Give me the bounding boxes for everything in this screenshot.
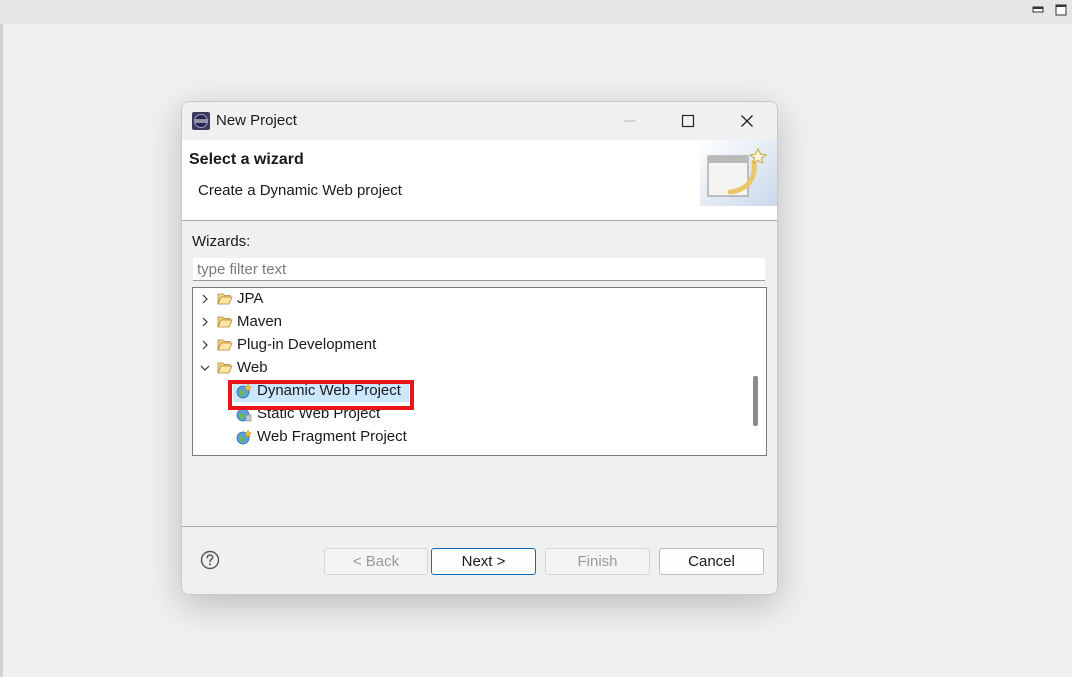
- close-button[interactable]: [732, 107, 762, 135]
- tree-item-label: Web Fragment Project: [257, 428, 407, 445]
- chevron-right-icon[interactable]: [200, 339, 210, 351]
- maximize-button[interactable]: [673, 107, 703, 135]
- next-button[interactable]: Next >: [431, 548, 536, 575]
- tree-item-dynamic-web-project[interactable]: Dynamic Web Project: [193, 380, 745, 403]
- finish-button[interactable]: Finish: [545, 548, 650, 575]
- folder-open-icon: [217, 316, 233, 328]
- chevron-right-icon[interactable]: [200, 316, 210, 328]
- eclipse-icon: [192, 112, 210, 130]
- tree-item-maven[interactable]: Maven: [193, 311, 745, 334]
- wizard-banner: Select a wizard Create a Dynamic Web pro…: [182, 140, 777, 221]
- tree-item-jpa[interactable]: JPA: [193, 288, 745, 311]
- help-icon[interactable]: [200, 550, 220, 570]
- minimize-view-icon[interactable]: [1032, 4, 1044, 16]
- banner-description: Create a Dynamic Web project: [198, 182, 402, 199]
- folder-open-icon: [217, 339, 233, 351]
- back-button[interactable]: < Back: [324, 548, 428, 575]
- wizard-tree[interactable]: JPA Maven Plug-in Development Web Dynami…: [192, 287, 767, 456]
- banner-heading: Select a wizard: [189, 151, 304, 168]
- filter-input[interactable]: [193, 258, 765, 281]
- tree-item-label: Static Web Project: [257, 405, 381, 422]
- wizards-label: Wizards:: [192, 233, 251, 250]
- tree-item-web-fragment-project[interactable]: Web Fragment Project: [193, 426, 745, 449]
- tree-item-label: Dynamic Web Project: [257, 382, 401, 399]
- tree-item-label: Maven: [237, 313, 283, 330]
- maximize-view-icon[interactable]: [1055, 4, 1067, 16]
- cancel-button[interactable]: Cancel: [659, 548, 764, 575]
- dialog-titlebar: New Project: [182, 102, 777, 140]
- chevron-right-icon[interactable]: [200, 293, 210, 305]
- folder-open-icon: [217, 362, 233, 374]
- footer-separator: [182, 526, 777, 527]
- chevron-down-icon[interactable]: [200, 362, 210, 374]
- folder-open-icon: [217, 293, 233, 305]
- tree-item-plugin-development[interactable]: Plug-in Development: [193, 334, 745, 357]
- tree-item-label: Web: [237, 359, 268, 376]
- tree-item-label: Plug-in Development: [237, 336, 377, 353]
- tree-item-static-web-project[interactable]: Static Web Project: [193, 403, 745, 426]
- web-project-icon: [236, 383, 252, 399]
- tree-scrollbar[interactable]: [745, 288, 766, 455]
- dialog-title: New Project: [216, 112, 297, 129]
- workbench-left-edge: [0, 24, 3, 677]
- minimize-button[interactable]: [615, 107, 645, 135]
- web-project-icon: [236, 429, 252, 445]
- new-project-dialog: New Project Select a wizard Create a Dyn…: [181, 101, 778, 595]
- tree-item-label: JPA: [237, 290, 264, 307]
- wizard-banner-icon: [700, 140, 777, 206]
- scrollbar-thumb[interactable]: [753, 376, 758, 426]
- workbench-top-bar: [0, 0, 1072, 24]
- tree-item-web[interactable]: Web: [193, 357, 745, 380]
- web-project-icon: [236, 408, 252, 422]
